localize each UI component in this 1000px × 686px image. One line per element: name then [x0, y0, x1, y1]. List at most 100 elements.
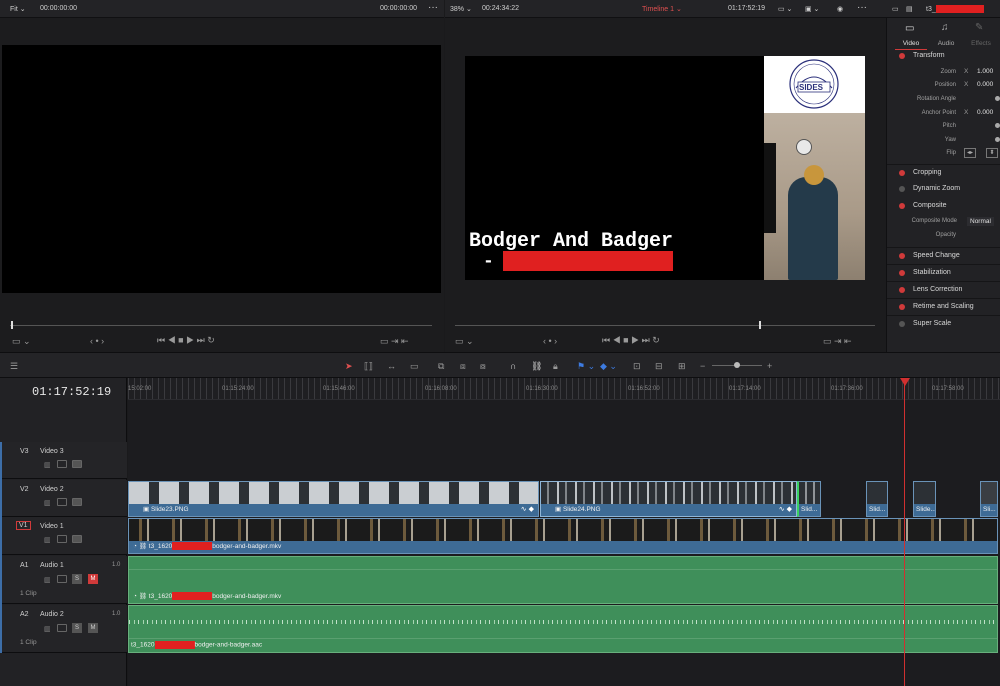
viewer-options-icon[interactable]: ▭ ⌄	[778, 5, 792, 13]
output-icon[interactable]: ▣ ⌄	[805, 5, 819, 13]
blade-tool-icon[interactable]: ▭	[410, 361, 419, 372]
fit-dropdown[interactable]: Fit ⌄	[10, 5, 26, 13]
auto-select-icon[interactable]	[57, 535, 67, 543]
auto-select-icon[interactable]	[57, 575, 67, 583]
timeline-clip[interactable]: ◔ ⛓ t3_1620 bodger-and-badger.mkv	[128, 518, 998, 554]
lock-icon[interactable]: ▥	[44, 576, 51, 584]
track-header-a2[interactable]: A2 Audio 2 1.0 ▥ S M 1 Clip	[0, 605, 127, 653]
auto-select-icon[interactable]	[57, 624, 67, 632]
timeline-scrubber-handle[interactable]	[759, 321, 761, 329]
trim-tool-icon[interactable]: ⟦⟧	[364, 361, 373, 372]
playhead[interactable]	[904, 378, 905, 686]
timeline-jog-control[interactable]: ‹ • ›	[543, 336, 557, 346]
section-composite[interactable]: Composite	[887, 198, 1000, 214]
tab-video[interactable]: Video	[895, 40, 927, 47]
timeline-clip[interactable]: Slide...	[913, 481, 936, 517]
track-enable-icon[interactable]	[72, 535, 82, 543]
stabilization-enable-toggle[interactable]	[899, 270, 905, 276]
track-header-v1[interactable]: V1 Video 1 ▥	[0, 517, 127, 555]
lens-correction-enable-toggle[interactable]	[899, 287, 905, 293]
retime-enable-toggle[interactable]	[899, 304, 905, 310]
zoom-custom-icon[interactable]: ⊞	[678, 361, 686, 372]
composite-enable-toggle[interactable]	[899, 203, 905, 209]
timeline-clip[interactable]: ▣ Slide23.PNG ∿ ◆	[128, 481, 539, 517]
section-transform[interactable]: Transform	[887, 48, 1000, 64]
audio-clip[interactable]: ◔ ⛓ t3_1620 bodger-and-badger.mkv	[128, 556, 998, 604]
flip-vertical-icon[interactable]: ⬍	[986, 148, 998, 158]
marker-icon[interactable]: ◆ ⌄	[600, 361, 617, 372]
keyframe-icon[interactable]: ∿ ◆	[521, 505, 534, 513]
timeline-transport-controls[interactable]: ⏮ ◀ ■ ▶ ⏭ ↻	[602, 335, 660, 346]
pitch-slider[interactable]	[995, 123, 1000, 128]
timeline-name[interactable]: Timeline 1 ⌄	[642, 5, 682, 13]
section-dynamic-zoom[interactable]: Dynamic Zoom	[887, 181, 1000, 197]
section-retime-scaling[interactable]: Retime and Scaling	[887, 298, 1000, 314]
track-enable-icon[interactable]	[72, 498, 82, 506]
yaw-slider[interactable]	[995, 137, 1000, 142]
timeline-clip[interactable]: Slid...	[797, 481, 821, 517]
track-header-v3[interactable]: V3 Video 3 ▥	[0, 442, 127, 479]
playhead-handle-icon[interactable]	[900, 378, 910, 386]
effects-tab-icon[interactable]: ✎	[975, 22, 983, 33]
lock-icon[interactable]: ▥	[44, 625, 51, 633]
more-options-icon[interactable]: ···	[428, 2, 438, 13]
flag-icon[interactable]: ⚑ ⌄	[577, 361, 595, 372]
insert-clip-icon[interactable]: ⧉	[438, 361, 444, 372]
track-header-v2[interactable]: V2 Video 2 ▥	[0, 480, 127, 517]
track-header-a1[interactable]: A1 Audio 1 1.0 ▥ S M 1 Clip	[0, 556, 127, 604]
source-scrubber[interactable]	[10, 325, 432, 326]
speed-change-enable-toggle[interactable]	[899, 253, 905, 259]
cropping-enable-toggle[interactable]	[899, 170, 905, 176]
zoom-detail-icon[interactable]: ⊟	[655, 361, 663, 372]
super-scale-enable-toggle[interactable]	[899, 321, 905, 327]
position-value[interactable]: 0.000	[977, 81, 993, 88]
section-stabilization[interactable]: Stabilization	[887, 264, 1000, 280]
color-icon[interactable]: ◉	[837, 5, 843, 13]
timeline-clip[interactable]: Sli...	[980, 481, 998, 517]
keyframe-icon[interactable]: ∿ ◆	[779, 505, 792, 513]
video-tab-icon[interactable]: ▭	[905, 23, 914, 34]
audio-clip[interactable]: t3_1620 bodger-and-badger.aac	[128, 605, 998, 653]
timeline-clip[interactable]: Slid...	[866, 481, 888, 517]
mute-button[interactable]: M	[88, 623, 98, 633]
lock-icon[interactable]: ▥	[44, 499, 51, 507]
source-jog-control[interactable]: ‹ • ›	[90, 336, 104, 346]
section-speed-change[interactable]: Speed Change	[887, 247, 1000, 263]
zoom-out-icon[interactable]: −	[700, 361, 705, 371]
metadata-icon[interactable]: ▤	[906, 5, 913, 13]
timeline-view-mode-icon[interactable]: ▭ ⌄	[455, 336, 474, 347]
source-scrubber-handle[interactable]	[11, 321, 13, 329]
zoom-value[interactable]: 1.000	[977, 68, 993, 75]
inspector-icon[interactable]: ▭	[892, 5, 899, 13]
more-options-right-icon[interactable]: ···	[857, 2, 867, 13]
lock-icon[interactable]: ▥	[44, 536, 51, 544]
source-match-frame-icon[interactable]: ▭ ⇥ ⇤	[380, 336, 409, 347]
transform-enable-toggle[interactable]	[899, 53, 905, 59]
source-view-mode-icon[interactable]: ▭ ⌄	[12, 336, 31, 347]
auto-select-icon[interactable]	[57, 460, 67, 468]
timeline-clip[interactable]: ▣ Slide24.PNG ∿ ◆	[540, 481, 797, 517]
dynamic-trim-icon[interactable]: ↔	[387, 361, 396, 371]
mute-button[interactable]: M	[88, 574, 98, 584]
position-lock-icon[interactable]: 🔒︎	[553, 361, 558, 372]
audio-tab-icon[interactable]: ♫	[941, 22, 949, 33]
timeline-ruler[interactable]: 15:02:00 01:15:24:00 01:15:46:00 01:16:0…	[128, 378, 1000, 400]
dynamic-zoom-enable-toggle[interactable]	[899, 186, 905, 192]
timeline-view-options-icon[interactable]: ☰	[10, 361, 18, 372]
replace-clip-icon[interactable]: ⧇	[480, 361, 486, 372]
section-lens-correction[interactable]: Lens Correction	[887, 281, 1000, 297]
composite-mode-dropdown[interactable]: Normal	[967, 217, 994, 226]
track-enable-icon[interactable]	[72, 460, 82, 468]
rotation-slider[interactable]	[995, 96, 1000, 101]
solo-button[interactable]: S	[72, 574, 82, 584]
section-super-scale[interactable]: Super Scale	[887, 315, 1000, 331]
section-cropping[interactable]: Cropping	[887, 164, 1000, 180]
anchor-point-value[interactable]: 0.000	[977, 109, 993, 116]
timeline-match-frame-icon[interactable]: ▭ ⇥ ⇤	[823, 336, 852, 347]
snapping-icon[interactable]: ∩	[510, 361, 516, 371]
lock-icon[interactable]: ▥	[44, 461, 51, 469]
auto-select-icon[interactable]	[57, 498, 67, 506]
timeline-scrubber[interactable]	[455, 325, 875, 326]
tab-effects[interactable]: Effects	[965, 40, 997, 47]
solo-button[interactable]: S	[72, 623, 82, 633]
